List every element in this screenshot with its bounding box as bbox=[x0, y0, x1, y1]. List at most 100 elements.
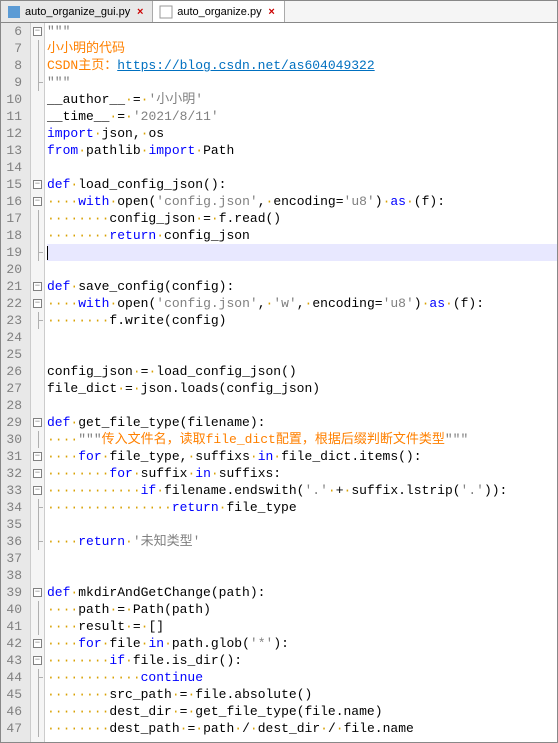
fold-cell[interactable]: − bbox=[31, 414, 44, 431]
code-line[interactable]: 小小明的代码 bbox=[47, 40, 557, 57]
code-line[interactable]: file_dict·=·json.loads(config_json) bbox=[47, 380, 557, 397]
code-line[interactable]: def·load_config_json(): bbox=[47, 176, 557, 193]
fold-toggle-icon[interactable]: − bbox=[33, 639, 42, 648]
line-number: 39 bbox=[5, 584, 22, 601]
code-line[interactable]: ············continue bbox=[47, 669, 557, 686]
code-line[interactable]: ····result·=·[] bbox=[47, 618, 557, 635]
fold-cell bbox=[31, 499, 44, 516]
code-line[interactable]: def·save_config(config): bbox=[47, 278, 557, 295]
fold-cell bbox=[31, 567, 44, 584]
fold-cell bbox=[31, 533, 44, 550]
fold-cell[interactable]: − bbox=[31, 176, 44, 193]
fold-toggle-icon[interactable]: − bbox=[33, 299, 42, 308]
fold-cell[interactable]: − bbox=[31, 465, 44, 482]
fold-cell bbox=[31, 703, 44, 720]
fold-cell[interactable]: − bbox=[31, 448, 44, 465]
tab-label: auto_organize_gui.py bbox=[25, 6, 130, 18]
fold-column[interactable]: − − − − − − − − − − − − bbox=[31, 23, 45, 742]
code-line[interactable]: ····with·open('config.json',·encoding='u… bbox=[47, 193, 557, 210]
line-number: 11 bbox=[5, 108, 22, 125]
code-line[interactable] bbox=[47, 567, 557, 584]
code-line[interactable]: ····for·file·in·path.glob('*'): bbox=[47, 635, 557, 652]
line-number: 9 bbox=[5, 74, 22, 91]
tab-auto_organize_gui-py[interactable]: auto_organize_gui.py × bbox=[1, 1, 153, 22]
line-number: 33 bbox=[5, 482, 22, 499]
code-line[interactable]: ········dest_path·=·path·/·dest_dir·/·fi… bbox=[47, 720, 557, 737]
code-line[interactable]: from·pathlib·import·Path bbox=[47, 142, 557, 159]
fold-cell bbox=[31, 618, 44, 635]
tab-bar: auto_organize_gui.py × auto_organize.py × bbox=[1, 1, 557, 23]
fold-cell[interactable]: − bbox=[31, 635, 44, 652]
fold-toggle-icon[interactable]: − bbox=[33, 656, 42, 665]
fold-toggle-icon[interactable]: − bbox=[33, 418, 42, 427]
line-number: 16 bbox=[5, 193, 22, 210]
code-line[interactable] bbox=[47, 346, 557, 363]
code-line[interactable]: CSDN主页：https://blog.csdn.net/as604049322 bbox=[47, 57, 557, 74]
code-line[interactable]: """ bbox=[47, 23, 557, 40]
code-line[interactable]: ····path·=·Path(path) bbox=[47, 601, 557, 618]
fold-cell bbox=[31, 125, 44, 142]
fold-cell[interactable]: − bbox=[31, 482, 44, 499]
code-line[interactable]: ········f.write(config) bbox=[47, 312, 557, 329]
code-line[interactable]: ····return·'未知类型' bbox=[47, 533, 557, 550]
code-line[interactable] bbox=[47, 329, 557, 346]
code-line[interactable]: ············if·filename.endswith('.'·+·s… bbox=[47, 482, 557, 499]
code-line[interactable] bbox=[47, 516, 557, 533]
code-line[interactable]: ····with·open('config.json',·'w',·encodi… bbox=[47, 295, 557, 312]
fold-toggle-icon[interactable]: − bbox=[33, 588, 42, 597]
close-icon[interactable]: × bbox=[266, 6, 278, 18]
code-line[interactable]: config_json·=·load_config_json() bbox=[47, 363, 557, 380]
fold-cell bbox=[31, 312, 44, 329]
code-line[interactable]: def·get_file_type(filename): bbox=[47, 414, 557, 431]
file-icon bbox=[7, 5, 21, 19]
fold-cell[interactable]: − bbox=[31, 584, 44, 601]
code-line[interactable] bbox=[47, 261, 557, 278]
fold-cell[interactable]: − bbox=[31, 652, 44, 669]
tab-label: auto_organize.py bbox=[177, 6, 261, 18]
code-line[interactable]: ····"""传入文件名，读取file_dict配置，根据后缀判断文件类型""" bbox=[47, 431, 557, 448]
code-editor[interactable]: 6789101112131415161718192021222324252627… bbox=[1, 23, 557, 742]
fold-toggle-icon[interactable]: − bbox=[33, 282, 42, 291]
fold-cell[interactable]: − bbox=[31, 193, 44, 210]
line-number: 21 bbox=[5, 278, 22, 295]
code-line[interactable]: import·json,·os bbox=[47, 125, 557, 142]
line-number: 24 bbox=[5, 329, 22, 346]
code-line[interactable]: ········return·config_json bbox=[47, 227, 557, 244]
code-line[interactable]: __time__·=·'2021/8/11' bbox=[47, 108, 557, 125]
close-icon[interactable]: × bbox=[134, 6, 146, 18]
line-number: 41 bbox=[5, 618, 22, 635]
code-line[interactable]: ········for·suffix·in·suffixs: bbox=[47, 465, 557, 482]
code-line[interactable]: __author__·=·'小小明' bbox=[47, 91, 557, 108]
line-number: 29 bbox=[5, 414, 22, 431]
line-number: 47 bbox=[5, 720, 22, 737]
line-number: 28 bbox=[5, 397, 22, 414]
code-line[interactable] bbox=[47, 159, 557, 176]
code-line[interactable]: ················return·file_type bbox=[47, 499, 557, 516]
tab-auto_organize-py[interactable]: auto_organize.py × bbox=[153, 1, 284, 22]
code-line[interactable]: ········if·file.is_dir(): bbox=[47, 652, 557, 669]
line-number: 22 bbox=[5, 295, 22, 312]
code-line[interactable]: ········config_json·=·f.read() bbox=[47, 210, 557, 227]
code-line[interactable] bbox=[47, 397, 557, 414]
code-line[interactable] bbox=[47, 550, 557, 567]
fold-cell[interactable]: − bbox=[31, 23, 44, 40]
code-area[interactable]: """小小明的代码CSDN主页：https://blog.csdn.net/as… bbox=[45, 23, 557, 742]
code-line[interactable]: ········dest_dir·=·get_file_type(file.na… bbox=[47, 703, 557, 720]
fold-toggle-icon[interactable]: − bbox=[33, 197, 42, 206]
fold-cell[interactable]: − bbox=[31, 295, 44, 312]
fold-toggle-icon[interactable]: − bbox=[33, 27, 42, 36]
code-line[interactable]: ····for·file_type,·suffixs·in·file_dict.… bbox=[47, 448, 557, 465]
fold-toggle-icon[interactable]: − bbox=[33, 180, 42, 189]
line-number: 42 bbox=[5, 635, 22, 652]
line-number: 19 bbox=[5, 244, 22, 261]
code-line[interactable]: """ bbox=[47, 74, 557, 91]
code-line[interactable]: ········src_path·=·file.absolute() bbox=[47, 686, 557, 703]
fold-toggle-icon[interactable]: − bbox=[33, 452, 42, 461]
fold-toggle-icon[interactable]: − bbox=[33, 469, 42, 478]
code-line[interactable]: def·mkdirAndGetChange(path): bbox=[47, 584, 557, 601]
fold-cell[interactable]: − bbox=[31, 278, 44, 295]
line-number: 6 bbox=[5, 23, 22, 40]
line-number: 30 bbox=[5, 431, 22, 448]
code-line[interactable] bbox=[47, 244, 557, 261]
fold-toggle-icon[interactable]: − bbox=[33, 486, 42, 495]
